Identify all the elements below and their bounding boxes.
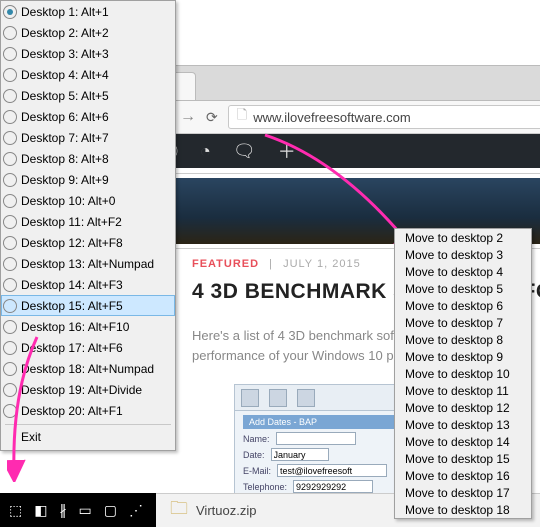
move-to-desktop-item[interactable]: Move to desktop 5 [395, 280, 531, 297]
forward-icon[interactable]: → [180, 108, 196, 126]
menu-item-label: Desktop 11: Alt+F2 [21, 215, 122, 229]
move-to-desktop-item[interactable]: Move to desktop 17 [395, 484, 531, 501]
menu-item-label: Desktop 5: Alt+5 [21, 89, 109, 103]
move-to-desktop-item[interactable]: Move to desktop 7 [395, 314, 531, 331]
radio-icon [3, 47, 17, 61]
radio-icon [3, 194, 17, 208]
radio-icon [3, 257, 17, 271]
desktop-menu-item[interactable]: Desktop 2: Alt+2 [1, 22, 175, 43]
move-to-desktop-item[interactable]: Move to desktop 14 [395, 433, 531, 450]
menu-item-label: Desktop 2: Alt+2 [21, 26, 109, 40]
move-to-desktop-item[interactable]: Move to desktop 16 [395, 467, 531, 484]
dashboard-icon[interactable]: ◔ [200, 141, 211, 162]
menu-item-label: Desktop 9: Alt+9 [21, 173, 109, 187]
inset-label: Date: [243, 450, 265, 460]
menu-item-label: Desktop 7: Alt+7 [21, 131, 109, 145]
download-filename[interactable]: Virtuoz.zip [196, 503, 256, 518]
annotation-arrow-icon [7, 332, 47, 482]
screen-icon[interactable]: ▢ [101, 502, 120, 519]
move-to-desktop-item[interactable]: Move to desktop 15 [395, 450, 531, 467]
desktop-menu-item[interactable]: Desktop 5: Alt+5 [1, 85, 175, 106]
inset-label: E-Mail: [243, 466, 271, 476]
menu-item-label: Desktop 4: Alt+4 [21, 68, 109, 82]
reload-icon[interactable]: ⟳ [206, 109, 218, 126]
move-to-desktop-item[interactable]: Move to desktop 4 [395, 263, 531, 280]
inset-tool-icon [241, 389, 259, 407]
menu-item-label: Desktop 8: Alt+8 [21, 152, 109, 166]
move-to-desktop-item[interactable]: Move to desktop 13 [395, 416, 531, 433]
comment-icon[interactable]: 🗨 [233, 141, 256, 162]
inset-input [271, 448, 329, 461]
radio-icon [3, 5, 17, 19]
folder-icon: 🗀 [170, 496, 188, 526]
move-to-desktop-item[interactable]: Move to desktop 3 [395, 246, 531, 263]
move-to-desktop-item[interactable]: Move to desktop 9 [395, 348, 531, 365]
url-input[interactable]: 🗋 www.ilovefreesoftware.com [228, 105, 540, 129]
inset-input [276, 432, 356, 445]
desktop-menu-item[interactable]: Desktop 4: Alt+4 [1, 64, 175, 85]
virtuoz-tray-icon[interactable]: ⬚ [6, 502, 25, 519]
desktop-menu-item[interactable]: Desktop 11: Alt+F2 [1, 211, 175, 232]
desktop-menu-item[interactable]: Desktop 6: Alt+6 [1, 106, 175, 127]
move-to-desktop-item[interactable]: Move to desktop 10 [395, 365, 531, 382]
radio-icon [3, 68, 17, 82]
radio-icon [3, 278, 17, 292]
desktop-menu-item[interactable]: Desktop 14: Alt+F3 [1, 274, 175, 295]
battery-icon[interactable]: ▭ [75, 502, 94, 519]
desktop-menu-item[interactable]: Desktop 15: Alt+F5 [1, 295, 175, 316]
category-label[interactable]: FEATURED [192, 258, 259, 270]
wifi-icon[interactable]: ⋰ [126, 502, 146, 519]
radio-icon [3, 152, 17, 166]
desktop-menu-item[interactable]: Desktop 13: Alt+Numpad [1, 253, 175, 274]
radio-icon [3, 110, 17, 124]
menu-item-label: Desktop 15: Alt+F5 [21, 299, 123, 313]
radio-icon [3, 89, 17, 103]
inset-input [293, 480, 373, 493]
desktop-menu-item[interactable]: Desktop 3: Alt+3 [1, 43, 175, 64]
desktop-menu-item[interactable]: Desktop 1: Alt+1 [1, 1, 175, 22]
inset-label: Name: [243, 434, 270, 444]
bluetooth-icon[interactable]: ∦ [56, 502, 69, 519]
menu-item-label: Desktop 3: Alt+3 [21, 47, 109, 61]
radio-icon [3, 215, 17, 229]
move-to-desktop-menu: Move to desktop 2Move to desktop 3Move t… [394, 228, 532, 519]
url-text: www.ilovefreesoftware.com [253, 110, 411, 125]
desktop-menu-item[interactable]: Desktop 10: Alt+0 [1, 190, 175, 211]
menu-item-label: Desktop 10: Alt+0 [21, 194, 115, 208]
page-icon: 🗋 [237, 106, 247, 128]
menu-item-label: Desktop 1: Alt+1 [21, 5, 109, 19]
move-to-desktop-item[interactable]: Move to desktop 6 [395, 297, 531, 314]
inset-tool-icon [297, 389, 315, 407]
radio-icon [3, 173, 17, 187]
tray-icon[interactable]: ◧ [31, 502, 50, 519]
desktop-menu-item[interactable]: Desktop 8: Alt+8 [1, 148, 175, 169]
desktop-menu-item[interactable]: Desktop 9: Alt+9 [1, 169, 175, 190]
desktop-menu-item[interactable]: Desktop 12: Alt+F8 [1, 232, 175, 253]
move-to-desktop-item[interactable]: Move to desktop 18 [395, 501, 531, 518]
move-to-desktop-item[interactable]: Move to desktop 2 [395, 229, 531, 246]
menu-item-label: Desktop 13: Alt+Numpad [21, 257, 154, 271]
menu-item-label: Desktop 12: Alt+F8 [21, 236, 123, 250]
menu-item-label: Desktop 6: Alt+6 [21, 110, 109, 124]
inset-tool-icon [269, 389, 287, 407]
tab-bar [144, 66, 540, 100]
move-to-desktop-item[interactable]: Move to desktop 8 [395, 331, 531, 348]
radio-icon [3, 131, 17, 145]
radio-icon [3, 299, 17, 313]
move-to-desktop-item[interactable]: Move to desktop 12 [395, 399, 531, 416]
system-tray: ⬚ ◧ ∦ ▭ ▢ ⋰ [0, 502, 146, 519]
desktop-menu-item[interactable]: Desktop 7: Alt+7 [1, 127, 175, 148]
inset-input [277, 464, 387, 477]
move-to-desktop-item[interactable]: Move to desktop 11 [395, 382, 531, 399]
radio-icon [3, 236, 17, 250]
menu-item-label: Desktop 14: Alt+F3 [21, 278, 123, 292]
radio-icon [3, 26, 17, 40]
inset-label: Telephone: [243, 482, 287, 492]
nav-bar: ← → ⟳ 🗋 www.ilovefreesoftware.com [144, 100, 540, 134]
